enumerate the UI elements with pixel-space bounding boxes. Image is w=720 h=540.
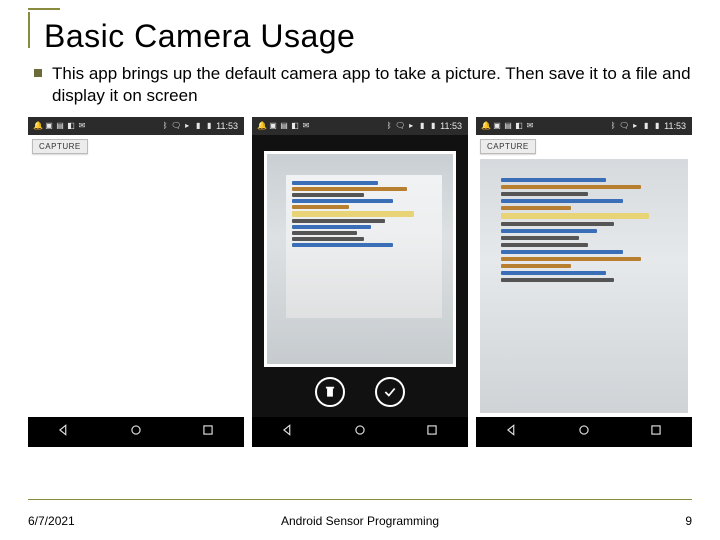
status-left: 🔔 ▣ ▤ ◧ ✉ bbox=[482, 122, 534, 130]
title-block: Basic Camera Usage bbox=[28, 18, 692, 55]
status-time: 11:53 bbox=[440, 121, 462, 131]
photo-content-code bbox=[286, 175, 442, 318]
bullet-item: This app brings up the default camera ap… bbox=[34, 63, 692, 107]
slide-footer: 6/7/2021 Android Sensor Programming 9 bbox=[28, 514, 692, 528]
nav-bar bbox=[252, 417, 468, 447]
title-accent-left bbox=[28, 12, 30, 48]
phone-screenshot-1: 🔔 ▣ ▤ ◧ ✉ ᛒ 🗨 ▸ ▮ ▮ 11:53 CAPTURE bbox=[28, 117, 244, 447]
chat-icon: 🗨 bbox=[396, 122, 404, 130]
wifi-signal-icon: ▸ bbox=[183, 122, 191, 130]
nav-recent-icon[interactable] bbox=[425, 423, 439, 442]
nav-back-icon[interactable] bbox=[505, 423, 519, 442]
capture-button[interactable]: CAPTURE bbox=[480, 139, 536, 154]
wifi-signal-icon: ▸ bbox=[631, 122, 639, 130]
square-icon: ▣ bbox=[493, 122, 501, 130]
nav-recent-icon[interactable] bbox=[649, 423, 663, 442]
bullet-square-icon bbox=[34, 69, 42, 77]
slide: Basic Camera Usage This app brings up th… bbox=[0, 0, 720, 540]
chat-icon: 🗨 bbox=[620, 122, 628, 130]
status-time: 11:53 bbox=[216, 121, 238, 131]
capture-button[interactable]: CAPTURE bbox=[32, 139, 88, 154]
camera-viewfinder bbox=[252, 135, 468, 417]
discard-button[interactable] bbox=[315, 377, 345, 407]
status-left: 🔔 ▣ ▤ ◧ ✉ bbox=[34, 122, 86, 130]
result-photo-content bbox=[497, 174, 680, 387]
app-content-result: CAPTURE bbox=[476, 135, 692, 417]
status-bar: 🔔 ▣ ▤ ◧ ✉ ᛒ 🗨 ▸ ▮ ▮ 11:53 bbox=[476, 117, 692, 135]
app-icon: ◧ bbox=[515, 122, 523, 130]
mail-icon: ✉ bbox=[78, 122, 86, 130]
bell-icon: 🔔 bbox=[34, 122, 42, 130]
signal-icon: ▮ bbox=[194, 122, 202, 130]
app-icon: ◧ bbox=[291, 122, 299, 130]
footer-course: Android Sensor Programming bbox=[281, 514, 439, 528]
nav-back-icon[interactable] bbox=[57, 423, 71, 442]
bullet-text: This app brings up the default camera ap… bbox=[52, 63, 692, 107]
app-icon: ◧ bbox=[67, 122, 75, 130]
nav-bar bbox=[476, 417, 692, 447]
signal-icon: ▮ bbox=[418, 122, 426, 130]
result-image bbox=[480, 159, 688, 413]
phone-screenshot-2: 🔔 ▣ ▤ ◧ ✉ ᛒ 🗨 ▸ ▮ ▮ 11:53 bbox=[252, 117, 468, 447]
wifi-signal-icon: ▸ bbox=[407, 122, 415, 130]
status-right: ᛒ 🗨 ▸ ▮ ▮ 11:53 bbox=[609, 121, 686, 131]
confirm-button[interactable] bbox=[375, 377, 405, 407]
signal-icon: ▮ bbox=[642, 122, 650, 130]
bluetooth-icon: ᛒ bbox=[385, 122, 393, 130]
wifi-icon: ▤ bbox=[504, 122, 512, 130]
nav-recent-icon[interactable] bbox=[201, 423, 215, 442]
battery-icon: ▮ bbox=[429, 122, 437, 130]
status-bar: 🔔 ▣ ▤ ◧ ✉ ᛒ 🗨 ▸ ▮ ▮ 11:53 bbox=[28, 117, 244, 135]
square-icon: ▣ bbox=[45, 122, 53, 130]
nav-home-icon[interactable] bbox=[353, 423, 367, 442]
wifi-icon: ▤ bbox=[280, 122, 288, 130]
wifi-icon: ▤ bbox=[56, 122, 64, 130]
battery-icon: ▮ bbox=[205, 122, 213, 130]
nav-home-icon[interactable] bbox=[129, 423, 143, 442]
bell-icon: 🔔 bbox=[258, 122, 266, 130]
status-bar: 🔔 ▣ ▤ ◧ ✉ ᛒ 🗨 ▸ ▮ ▮ 11:53 bbox=[252, 117, 468, 135]
photo-preview bbox=[264, 151, 456, 367]
footer-date: 6/7/2021 bbox=[28, 514, 75, 528]
title-accent-top bbox=[28, 8, 60, 10]
mail-icon: ✉ bbox=[302, 122, 310, 130]
bluetooth-icon: ᛒ bbox=[161, 122, 169, 130]
phone-screenshot-3: 🔔 ▣ ▤ ◧ ✉ ᛒ 🗨 ▸ ▮ ▮ 11:53 CAPTURE bbox=[476, 117, 692, 447]
slide-title: Basic Camera Usage bbox=[28, 18, 692, 55]
app-content-blank: CAPTURE bbox=[28, 135, 244, 417]
mail-icon: ✉ bbox=[526, 122, 534, 130]
battery-icon: ▮ bbox=[653, 122, 661, 130]
chat-icon: 🗨 bbox=[172, 122, 180, 130]
camera-controls bbox=[252, 367, 468, 417]
status-time: 11:53 bbox=[664, 121, 686, 131]
footer-page: 9 bbox=[685, 514, 692, 528]
nav-home-icon[interactable] bbox=[577, 423, 591, 442]
bluetooth-icon: ᛒ bbox=[609, 122, 617, 130]
bell-icon: 🔔 bbox=[482, 122, 490, 130]
nav-bar bbox=[28, 417, 244, 447]
status-right: ᛒ 🗨 ▸ ▮ ▮ 11:53 bbox=[385, 121, 462, 131]
screenshots-row: 🔔 ▣ ▤ ◧ ✉ ᛒ 🗨 ▸ ▮ ▮ 11:53 CAPTURE bbox=[28, 117, 692, 447]
footer-rule bbox=[28, 499, 692, 500]
status-right: ᛒ 🗨 ▸ ▮ ▮ 11:53 bbox=[161, 121, 238, 131]
nav-back-icon[interactable] bbox=[281, 423, 295, 442]
square-icon: ▣ bbox=[269, 122, 277, 130]
status-left: 🔔 ▣ ▤ ◧ ✉ bbox=[258, 122, 310, 130]
